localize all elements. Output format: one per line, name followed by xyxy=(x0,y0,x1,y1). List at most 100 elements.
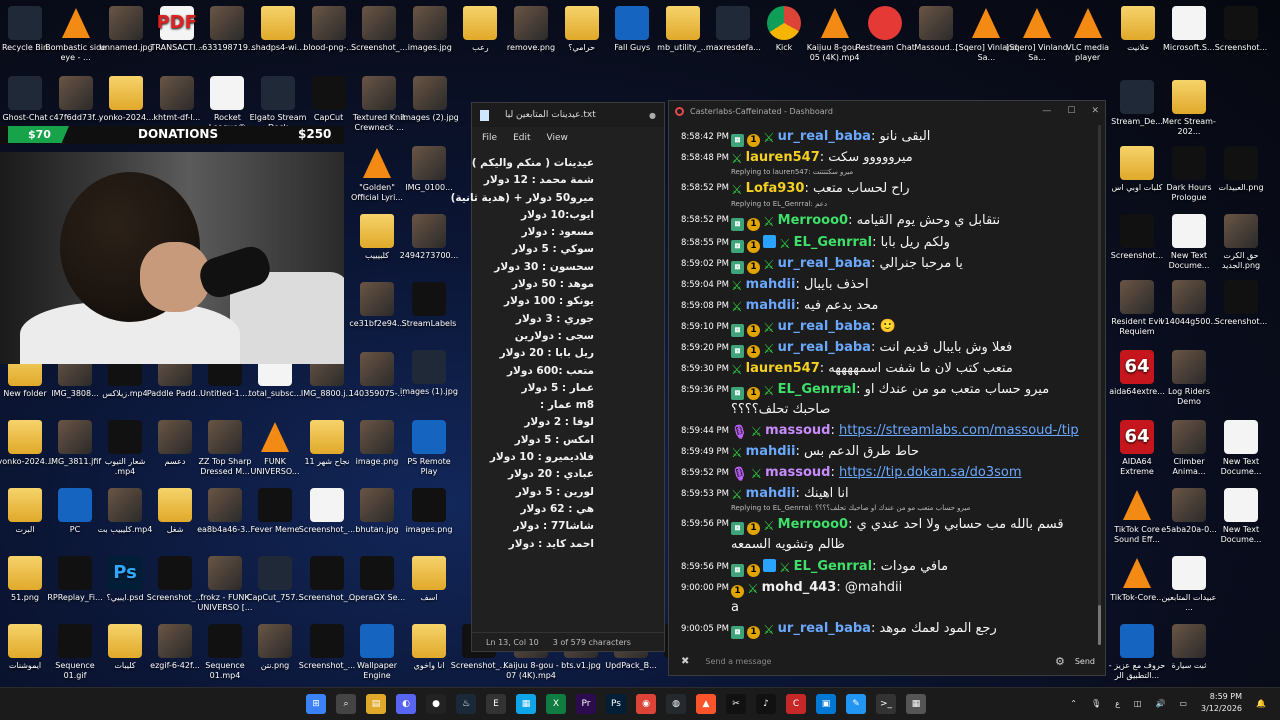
chat-link[interactable]: https://streamlabs.com/massoud-/tip xyxy=(839,423,1079,438)
vip-badge-icon: 🎙 xyxy=(731,425,748,440)
send-button[interactable]: Send xyxy=(1075,657,1095,666)
chat-link[interactable]: https://tip.dokan.sa/do3som xyxy=(839,465,1022,480)
dark-file-icon xyxy=(58,624,92,658)
chat-username[interactable]: ur_real_baba xyxy=(778,256,871,271)
minimize-button[interactable]: — xyxy=(1042,106,1051,116)
chat-username[interactable]: mahdii xyxy=(746,486,796,501)
desktop-icon[interactable]: ثبت سيارة xyxy=(1158,624,1220,671)
brave-icon[interactable]: ▲ xyxy=(696,694,716,714)
desktop-icon[interactable]: Screenshot... xyxy=(1210,6,1272,53)
battery-icon[interactable]: ▭ xyxy=(1179,699,1187,708)
notepad-icon[interactable]: ▦ xyxy=(516,694,536,714)
chat-username[interactable]: mahdii xyxy=(746,298,796,313)
message-timestamp: 8:58:52 PM xyxy=(681,215,729,225)
photoshop-icon[interactable]: Ps xyxy=(606,694,626,714)
chat-scrollbar[interactable] xyxy=(1098,125,1101,645)
desktop-icon[interactable]: اسف xyxy=(398,556,460,603)
chat-scrollbar-thumb[interactable] xyxy=(1098,605,1101,645)
img-file-icon xyxy=(362,76,397,110)
network-icon[interactable]: ◫ xyxy=(1134,699,1142,708)
folder-file-icon xyxy=(8,556,42,590)
chat-username[interactable]: mohd_443 xyxy=(762,580,837,595)
notification-bell-icon[interactable]: 🔔 xyxy=(1256,699,1266,708)
gift-badge-icon: 1 xyxy=(747,522,760,535)
chat-username[interactable]: mahdii xyxy=(746,444,796,459)
chat-username[interactable]: ur_real_baba xyxy=(778,129,871,144)
menu-edit[interactable]: Edit xyxy=(513,133,530,143)
chrome-icon[interactable]: ◉ xyxy=(636,694,656,714)
chat-username[interactable]: ur_real_baba xyxy=(778,621,871,636)
desktop-icon[interactable]: New Text Docume... xyxy=(1210,420,1272,477)
excel-icon[interactable]: X xyxy=(546,694,566,714)
dashboard-window[interactable]: Casterlabs-Caffeinated - Dashboard — ☐ ✕… xyxy=(668,100,1106,676)
gear-icon[interactable]: ⚙ xyxy=(1055,655,1065,668)
subscriber-badge-icon: ⧈ xyxy=(731,387,744,400)
chat-username[interactable]: mahdii xyxy=(746,277,796,292)
chat-input[interactable]: Send a message xyxy=(705,657,771,666)
close-button[interactable]: ✕ xyxy=(1091,106,1099,116)
menu-file[interactable]: File xyxy=(482,133,497,143)
chat-username[interactable]: Lofa930 xyxy=(746,181,805,196)
premiere-icon[interactable]: Pr xyxy=(576,694,596,714)
maximize-button[interactable]: ☐ xyxy=(1067,106,1075,116)
desktop-icon[interactable]: IMG_0100... xyxy=(398,146,460,193)
desktop-icon[interactable]: PS Remote Play xyxy=(398,420,460,477)
file-explorer-icon[interactable]: ▤ xyxy=(366,694,386,714)
notepad-line: شاشا77 : دولار xyxy=(513,520,594,533)
menu-view[interactable]: View xyxy=(547,133,568,143)
desktop-icon[interactable]: العبيدات.png xyxy=(1210,146,1272,193)
caffeinated-icon[interactable]: C xyxy=(786,694,806,714)
chat-username[interactable]: ur_real_baba xyxy=(778,340,871,355)
notepad-text-area[interactable]: عيدينات ( منكم واليكم ) شمة محمد : 12 دول… xyxy=(451,149,664,559)
chat-log[interactable]: 8:58:42 PM ⧈ 1 ⚔ ur_real_baba: البقى نانو 8:5… xyxy=(669,123,1095,647)
desktop-icon[interactable]: images.png xyxy=(398,488,460,535)
steam-icon[interactable]: ♨ xyxy=(456,694,476,714)
discord-icon[interactable]: ◐ xyxy=(396,694,416,714)
windows-start-icon[interactable]: ⊞ xyxy=(306,694,326,714)
moderator-sword-icon: ⚔ xyxy=(750,425,763,440)
desktop-icon[interactable]: حق الكرت الجديد.png xyxy=(1210,214,1272,271)
chat-username[interactable]: EL_Genrral xyxy=(794,235,872,250)
paint-icon[interactable]: ✎ xyxy=(846,694,866,714)
chat-username[interactable]: Merrooo0 xyxy=(778,213,848,228)
chat-username[interactable]: ur_real_baba xyxy=(778,319,871,334)
desktop-icon[interactable]: Screenshot... xyxy=(1210,280,1272,327)
tiktok-icon[interactable]: ♪ xyxy=(756,694,776,714)
chat-username[interactable]: Merrooo0 xyxy=(778,517,848,532)
chat-username[interactable]: massoud xyxy=(765,465,830,480)
obs-icon[interactable]: ● xyxy=(426,694,446,714)
photos-icon[interactable]: ▣ xyxy=(816,694,836,714)
capcut-icon[interactable]: ✂ xyxy=(726,694,746,714)
microphone-icon[interactable]: 🎙 xyxy=(1091,699,1101,708)
desktop-icon[interactable]: Merc Stream-202... xyxy=(1158,80,1220,137)
chat-username[interactable]: EL_Genrral xyxy=(778,382,856,397)
message-timestamp: 8:59:44 PM xyxy=(681,426,729,436)
img-file-icon xyxy=(514,6,548,40)
desktop-icon[interactable]: Log Riders Demo xyxy=(1158,350,1220,407)
chat-username[interactable]: EL_Genrral xyxy=(794,559,872,574)
github-icon[interactable]: ◍ xyxy=(666,694,686,714)
epic-icon[interactable]: E xyxy=(486,694,506,714)
desktop-icon[interactable]: عبيدات المتابعين ... xyxy=(1158,556,1220,613)
message-timestamp: 8:58:42 PM xyxy=(681,132,729,142)
dashboard-titlebar[interactable]: Casterlabs-Caffeinated - Dashboard — ☐ ✕ xyxy=(669,101,1105,121)
chat-username[interactable]: lauren547 xyxy=(746,150,820,165)
chat-username[interactable]: lauren547 xyxy=(746,361,820,376)
notepad-titlebar[interactable]: عيدينات المتابعين ليا.txt ● xyxy=(472,103,664,127)
notepad-window[interactable]: عيدينات المتابعين ليا.txt ● File Edit Vi… xyxy=(451,102,665,652)
chat-username[interactable]: massoud xyxy=(765,423,830,438)
emote-picker-icon[interactable]: ✖ xyxy=(681,656,689,667)
desktop-icon[interactable]: New Text Docume... xyxy=(1210,488,1272,545)
search-icon[interactable]: ⌕ xyxy=(336,694,356,714)
desktop-icon[interactable]: 140359075-... xyxy=(346,352,408,399)
language-indicator[interactable]: ع xyxy=(1115,699,1120,708)
chevron-up-icon[interactable]: ⌃ xyxy=(1070,699,1077,708)
volume-icon[interactable]: 🔊 xyxy=(1155,699,1165,708)
clock[interactable]: 8:59 PM 3/12/2026 xyxy=(1201,691,1242,715)
terminal-icon[interactable]: >_ xyxy=(876,694,896,714)
calc-icon[interactable]: ▦ xyxy=(906,694,926,714)
desktop-icon[interactable]: images (2).jpg xyxy=(399,76,461,123)
desktop-icon[interactable]: StreamLabels xyxy=(398,282,460,329)
desktop-icon[interactable]: 2494273700... xyxy=(398,214,460,261)
dashboard-title: Casterlabs-Caffeinated - Dashboard xyxy=(690,106,833,116)
